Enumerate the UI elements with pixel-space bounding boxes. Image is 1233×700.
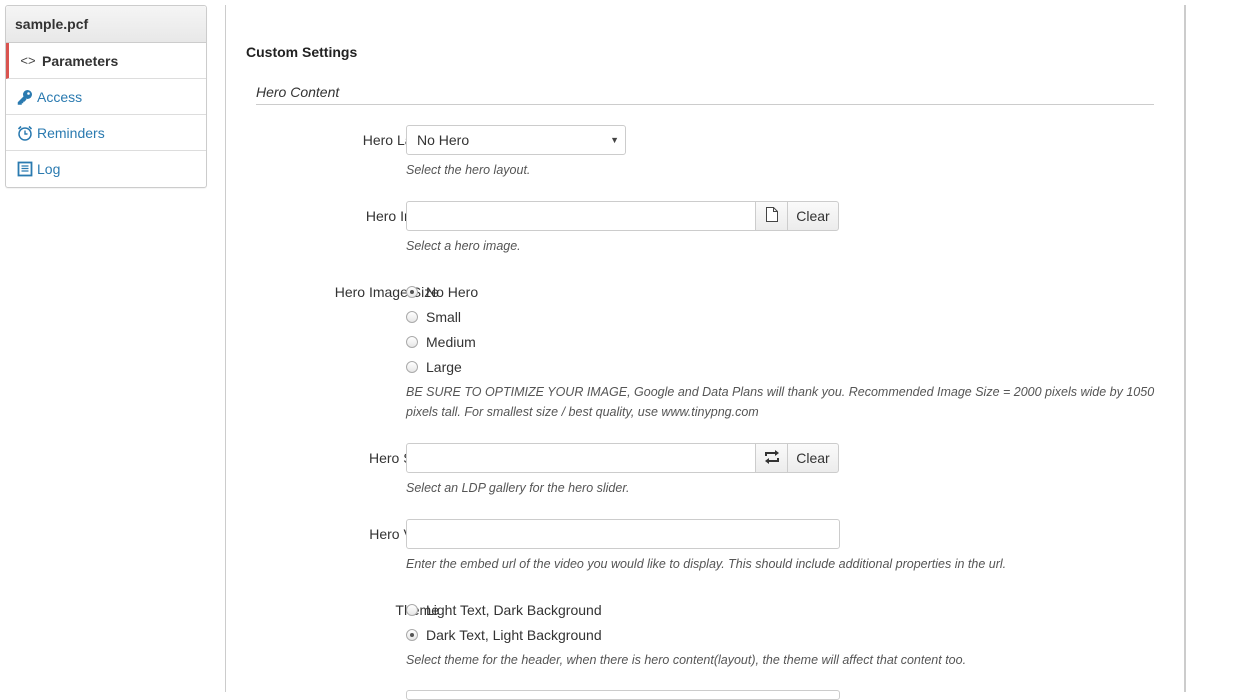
radio-button[interactable] xyxy=(406,336,418,348)
hero-image-size-help: BE SURE TO OPTIMIZE YOUR IMAGE, Google a… xyxy=(406,385,1155,419)
alarm-clock-icon xyxy=(16,124,34,142)
hero-video-help: Enter the embed url of the video you wou… xyxy=(406,557,1007,571)
file-icon xyxy=(765,207,778,225)
sidebar-item-reminders[interactable]: Reminders xyxy=(6,115,206,151)
radio-label: Large xyxy=(426,359,462,375)
sidebar-item-label: Access xyxy=(37,88,83,105)
hero-layout-help: Select the hero layout. xyxy=(406,163,531,177)
radio-button[interactable] xyxy=(406,311,418,323)
hero-image-input[interactable] xyxy=(406,201,756,231)
sidebar-item-parameters[interactable]: <> Parameters xyxy=(6,43,206,79)
hero-image-size-option-small[interactable]: Small xyxy=(406,309,461,325)
hero-slider-input[interactable] xyxy=(406,443,756,473)
chevron-down-icon: ▼ xyxy=(610,135,619,145)
hero-layout-select[interactable]: No Hero ▼ xyxy=(406,125,626,155)
hero-slider-browse-button[interactable] xyxy=(755,443,788,473)
sidebar-item-access[interactable]: Access xyxy=(6,79,206,115)
radio-button[interactable] xyxy=(406,361,418,373)
section-title: Custom Settings xyxy=(246,44,358,60)
radio-label: Medium xyxy=(426,334,476,350)
radio-button[interactable] xyxy=(406,604,418,616)
radio-button-checked[interactable] xyxy=(406,286,418,298)
hero-image-clear-button[interactable]: Clear xyxy=(787,201,839,231)
sidebar-item-log[interactable]: Log xyxy=(6,151,206,187)
file-title: sample.pcf xyxy=(6,6,206,43)
radio-button-checked[interactable] xyxy=(406,629,418,641)
sidebar-item-label: Log xyxy=(37,161,61,177)
sidebar: sample.pcf <> Parameters Access Reminder… xyxy=(5,5,207,188)
exchange-icon xyxy=(764,449,780,467)
fieldset-legend: Hero Content xyxy=(256,84,1154,105)
theme-help: Select theme for the header, when there … xyxy=(406,653,967,667)
theme-option-light-text[interactable]: Light Text, Dark Background xyxy=(406,602,602,618)
hero-image-size-option-large[interactable]: Large xyxy=(406,359,462,375)
hero-slider-clear-button[interactable]: Clear xyxy=(787,443,839,473)
sidebar-item-label: Parameters xyxy=(42,52,119,69)
hero-slider-help: Select an LDP gallery for the hero slide… xyxy=(406,481,630,495)
hero-image-browse-button[interactable] xyxy=(755,201,788,231)
hero-image-size-option-no-hero[interactable]: No Hero xyxy=(406,284,478,300)
main-panel-border-left xyxy=(225,5,226,692)
hero-image-help: Select a hero image. xyxy=(406,239,521,253)
hero-layout-value: No Hero xyxy=(417,132,470,148)
hero-video-input[interactable] xyxy=(406,519,840,549)
radio-label: No Hero xyxy=(426,284,479,300)
radio-label: Dark Text, Light Background xyxy=(426,627,602,643)
code-icon: <> xyxy=(20,52,36,68)
list-document-icon xyxy=(16,160,34,178)
sidebar-item-label: Reminders xyxy=(37,124,105,141)
theme-option-dark-text[interactable]: Dark Text, Light Background xyxy=(406,627,602,643)
hero-image-size-option-medium[interactable]: Medium xyxy=(406,334,476,350)
radio-label: Small xyxy=(426,309,462,325)
main-panel-border-right xyxy=(1184,5,1186,692)
key-icon xyxy=(16,88,34,106)
radio-label: Light Text, Dark Background xyxy=(426,602,602,618)
